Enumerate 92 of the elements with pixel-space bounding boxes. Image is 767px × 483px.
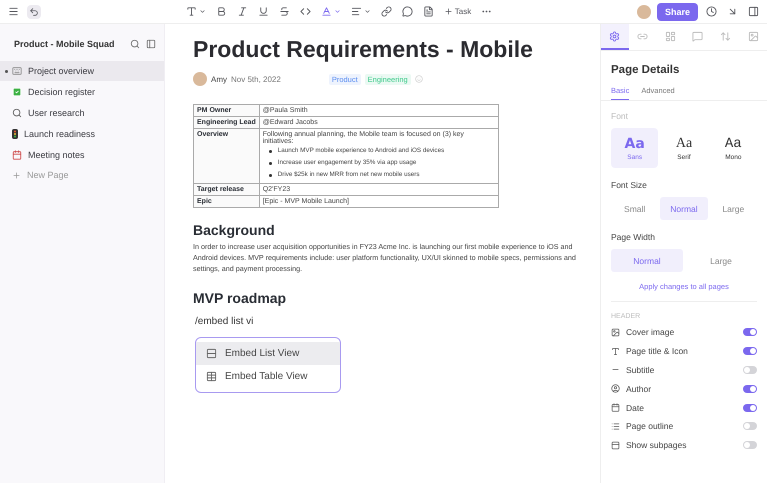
layout-icon — [664, 30, 676, 42]
command-text: /embed list vi — [195, 316, 254, 328]
setting-label: Page outline — [626, 421, 674, 432]
setting-label: Cover image — [626, 327, 676, 338]
italic-icon — [236, 6, 248, 17]
toggle-switch[interactable] — [743, 384, 757, 393]
toggle-switch[interactable] — [743, 347, 757, 356]
caret-icon — [198, 8, 206, 15]
section-heading: Background — [193, 222, 276, 238]
arrow-icon — [727, 6, 738, 17]
panel-icon — [748, 6, 759, 17]
calendar-icon — [611, 403, 620, 412]
list-icon — [611, 422, 620, 431]
sidebar-title: Product - Mobile Squad — [14, 39, 116, 49]
setting-label: Author — [626, 384, 652, 394]
toggle-switch[interactable] — [743, 366, 757, 374]
sidebar-item[interactable]: Launch readiness — [0, 124, 164, 144]
link-button[interactable] — [378, 4, 394, 19]
plus-icon — [444, 7, 453, 16]
page-width-label: Page Width — [611, 232, 656, 242]
undo-icon — [29, 6, 39, 16]
page-width-option[interactable]: Normal — [611, 249, 683, 272]
menu-icon — [8, 6, 19, 17]
strikethrough-icon — [278, 6, 290, 17]
list-icon — [206, 348, 217, 360]
avatar — [193, 72, 207, 86]
font-size-label: Font Size — [611, 180, 648, 190]
caret-icon — [334, 8, 341, 15]
text-color-icon — [320, 6, 332, 17]
search-icon[interactable] — [130, 39, 140, 49]
code-icon — [300, 6, 311, 17]
magnifier-icon — [12, 108, 22, 118]
menu-item[interactable]: Embed List View — [196, 342, 340, 366]
caret-icon — [364, 8, 371, 15]
bullet-icon — [268, 150, 272, 152]
plus-icon — [12, 170, 21, 180]
page-date: Nov 5th, 2022 — [231, 74, 281, 84]
text-icon — [611, 346, 620, 356]
image-icon — [611, 328, 620, 337]
new-page-button[interactable]: New Page — [0, 165, 164, 185]
align-left-icon — [350, 6, 362, 17]
document-icon — [422, 6, 434, 17]
checkbox-icon — [12, 87, 22, 97]
user-icon — [611, 384, 620, 394]
font-label: Font — [611, 111, 630, 121]
undo-button[interactable] — [27, 4, 41, 18]
calendar-icon — [12, 150, 22, 160]
underline-icon — [258, 6, 269, 17]
font-size-option[interactable]: Normal — [660, 197, 708, 220]
setting-label: Date — [626, 402, 645, 413]
bold-icon — [216, 6, 227, 17]
share-button[interactable]: Share — [656, 2, 698, 20]
table-icon — [206, 371, 217, 382]
author-name: Amy — [211, 74, 227, 84]
page-width-option[interactable]: Large — [685, 249, 757, 272]
text-icon — [186, 6, 197, 17]
bullet-icon — [268, 162, 272, 164]
setting-label: Show subpages — [626, 440, 688, 450]
avatar — [636, 4, 651, 18]
menu-item[interactable]: Embed Table View — [196, 365, 340, 388]
image-icon — [748, 30, 759, 42]
toggle-switch[interactable] — [743, 328, 757, 336]
settings-icon — [609, 30, 620, 42]
window-icon — [611, 440, 620, 450]
clock-icon — [706, 6, 717, 17]
setting-label: Page title & Icon — [626, 346, 689, 356]
sidebar-item[interactable]: Decision register — [0, 82, 164, 102]
toggle-switch[interactable] — [743, 404, 757, 412]
page-title: Product Requirements - Mobile — [193, 36, 534, 63]
history-button[interactable] — [704, 4, 719, 19]
panel-toggle-button[interactable] — [746, 4, 761, 19]
comment-icon — [402, 6, 413, 17]
keyboard-icon — [12, 66, 22, 76]
sidebar-item[interactable]: Project overview — [0, 61, 164, 81]
bullet-icon — [268, 174, 272, 176]
collapse-sidebar-icon[interactable] — [146, 39, 156, 49]
traffic-light-icon — [12, 129, 18, 139]
panel-tab[interactable] — [601, 24, 629, 50]
sort-icon — [720, 30, 732, 42]
panel-title: Page Details — [611, 64, 680, 76]
toggle-switch[interactable] — [743, 441, 757, 450]
comment-button[interactable] — [400, 4, 415, 19]
sidebar-item[interactable]: User research — [0, 103, 164, 123]
toggle-switch[interactable] — [743, 422, 757, 430]
setting-label: Subtitle — [626, 364, 656, 375]
comment-icon — [692, 30, 704, 42]
link-icon — [380, 6, 392, 17]
add-task-button[interactable]: Task — [442, 5, 474, 18]
sidebar-item[interactable]: Meeting notes — [0, 145, 164, 165]
section-heading: MVP roadmap — [193, 290, 288, 306]
font-size-option[interactable]: Large — [710, 197, 757, 220]
font-size-option[interactable]: Small — [611, 197, 658, 220]
